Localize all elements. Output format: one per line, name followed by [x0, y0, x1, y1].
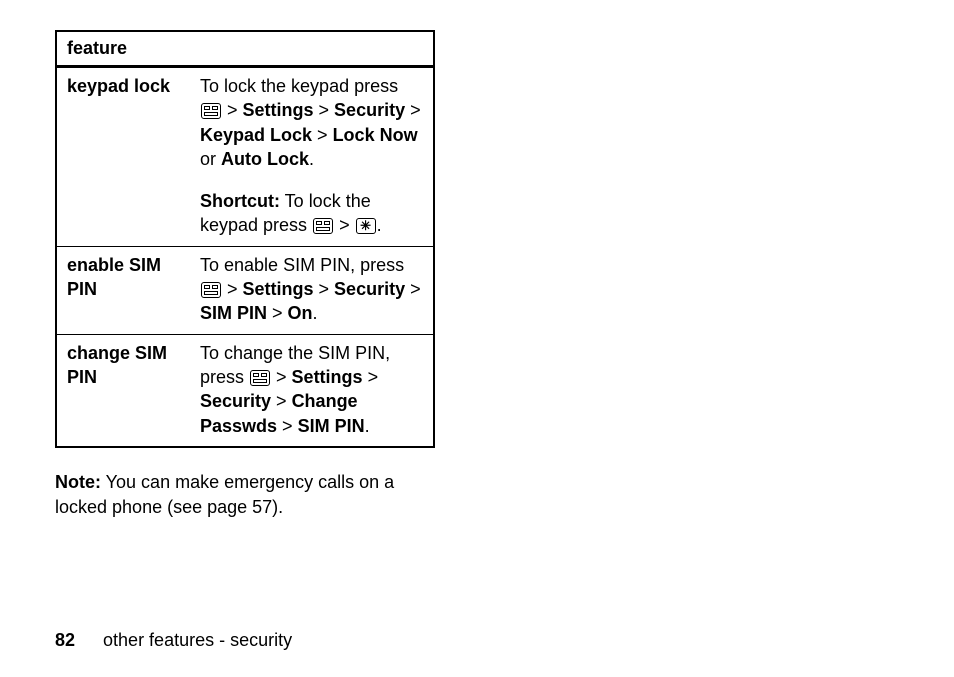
- desc-text: To enable SIM PIN, press: [200, 255, 404, 275]
- desc-text: or: [200, 149, 221, 169]
- menu-path: Settings: [292, 367, 363, 387]
- gt: >: [314, 100, 335, 120]
- period: .: [365, 416, 370, 436]
- feature-name: keypad lock: [56, 67, 190, 247]
- gt: >: [277, 416, 298, 436]
- gt: >: [271, 367, 292, 387]
- gt: >: [334, 215, 355, 235]
- gt: >: [222, 100, 243, 120]
- menu-key-icon: [201, 282, 221, 298]
- menu-path: Lock Now: [333, 125, 418, 145]
- menu-path: Security: [200, 391, 271, 411]
- period: .: [309, 149, 314, 169]
- period: .: [313, 303, 318, 323]
- feature-table: feature keypad lock To lock the keypad p…: [55, 30, 435, 448]
- menu-key-icon: [313, 218, 333, 234]
- gt: >: [363, 367, 379, 387]
- table-header-row: feature: [56, 31, 434, 67]
- feature-desc: To enable SIM PIN, press > Settings > Se…: [190, 246, 434, 334]
- desc-text: To lock the keypad press: [200, 76, 398, 96]
- period: .: [377, 215, 382, 235]
- shortcut-label: Shortcut:: [200, 191, 280, 211]
- table-row: keypad lock To lock the keypad press > S…: [56, 67, 434, 180]
- menu-path: Keypad Lock: [200, 125, 312, 145]
- table-header: feature: [56, 31, 434, 67]
- feature-shortcut: Shortcut: To lock the keypad press > .: [190, 179, 434, 246]
- menu-path: Settings: [243, 100, 314, 120]
- gt: >: [271, 391, 292, 411]
- feature-desc: To change the SIM PIN, press > Settings …: [190, 334, 434, 447]
- gt: >: [222, 279, 243, 299]
- gt: >: [405, 100, 421, 120]
- gt: >: [314, 279, 335, 299]
- menu-key-icon: [250, 370, 270, 386]
- section-title: other features - security: [103, 630, 292, 650]
- menu-path: SIM PIN: [200, 303, 267, 323]
- menu-path: On: [288, 303, 313, 323]
- gt: >: [405, 279, 421, 299]
- menu-path: SIM PIN: [298, 416, 365, 436]
- gt: >: [267, 303, 288, 323]
- page-footer: 82 other features - security: [55, 630, 292, 651]
- menu-path: Security: [334, 100, 405, 120]
- menu-path: Auto Lock: [221, 149, 309, 169]
- table-row: enable SIM PIN To enable SIM PIN, press …: [56, 246, 434, 334]
- menu-path: Security: [334, 279, 405, 299]
- feature-desc: To lock the keypad press > Settings > Se…: [190, 67, 434, 180]
- note-paragraph: Note: You can make emergency calls on a …: [55, 470, 435, 520]
- table-row: change SIM PIN To change the SIM PIN, pr…: [56, 334, 434, 447]
- note-text: You can make emergency calls on a locked…: [55, 472, 394, 517]
- gt: >: [312, 125, 333, 145]
- menu-key-icon: [201, 103, 221, 119]
- manual-page: feature keypad lock To lock the keypad p…: [0, 0, 440, 520]
- feature-name: change SIM PIN: [56, 334, 190, 447]
- page-number: 82: [55, 630, 75, 650]
- feature-name: enable SIM PIN: [56, 246, 190, 334]
- star-key-icon: [356, 218, 376, 234]
- menu-path: Settings: [243, 279, 314, 299]
- note-label: Note:: [55, 472, 101, 492]
